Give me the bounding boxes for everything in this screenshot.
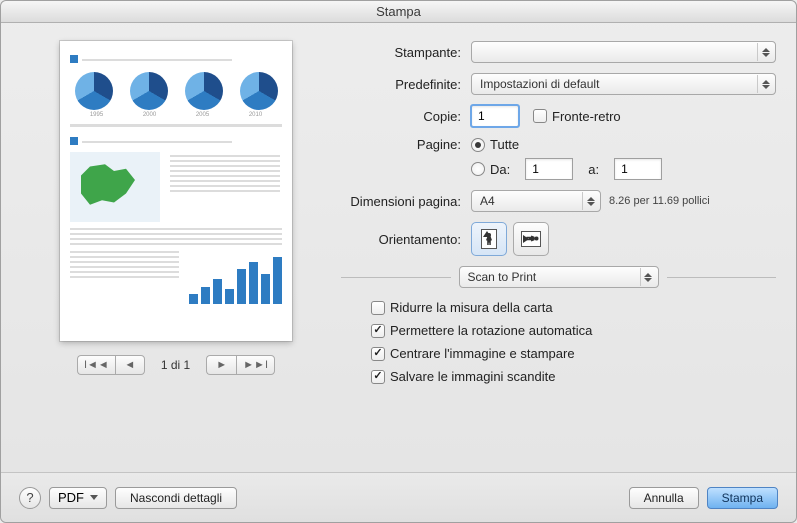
pages-range-radio[interactable] xyxy=(471,162,485,176)
auto-rotate-checkbox[interactable] xyxy=(371,324,385,338)
section-selected-value: Scan to Print xyxy=(468,270,537,284)
auto-rotate-label: Permettere la rotazione automatica xyxy=(390,323,592,338)
pdf-menu[interactable]: PDF xyxy=(49,487,107,509)
next-page-button[interactable]: ► xyxy=(206,355,236,375)
first-page-button[interactable]: I◄◄ xyxy=(77,355,115,375)
pages-all-label: Tutte xyxy=(490,137,519,152)
dialog-footer: ? PDF Nascondi dettagli Annulla Stampa xyxy=(1,472,796,522)
preview-nav: I◄◄ ◄ 1 di 1 ► ►►I xyxy=(77,355,275,375)
preview-column: 1995 2000 2005 2010 xyxy=(21,41,331,472)
pages-label: Pagine: xyxy=(341,137,471,152)
chevron-down-icon xyxy=(90,495,98,500)
center-image-checkbox[interactable] xyxy=(371,347,385,361)
save-scanned-checkbox[interactable] xyxy=(371,370,385,384)
page-preview: 1995 2000 2005 2010 xyxy=(60,41,292,341)
preview-year: 2005 xyxy=(196,112,209,118)
presets-select[interactable]: Impostazioni di default xyxy=(471,73,776,95)
page-size-note: 8.26 per 11.69 pollici xyxy=(609,195,710,207)
help-button[interactable]: ? xyxy=(19,487,41,509)
save-scanned-label: Salvare le immagini scandite xyxy=(390,369,555,384)
print-dialog: Stampa 1995 2000 2005 2010 xyxy=(0,0,797,523)
last-page-button[interactable]: ►►I xyxy=(236,355,275,375)
section-select[interactable]: Scan to Print xyxy=(459,266,659,288)
copies-label: Copie: xyxy=(341,109,471,124)
pdf-label: PDF xyxy=(58,490,84,505)
pages-from-label: Da: xyxy=(490,162,510,177)
reduce-paper-checkbox[interactable] xyxy=(371,301,385,315)
preview-year: 1995 xyxy=(90,112,103,118)
preview-year: 2010 xyxy=(249,112,262,118)
page-indicator: 1 di 1 xyxy=(161,358,190,372)
reduce-paper-label: Ridurre la misura della carta xyxy=(390,300,553,315)
pages-all-radio[interactable] xyxy=(471,138,485,152)
printer-label: Stampante: xyxy=(341,45,471,60)
cancel-button[interactable]: Annulla xyxy=(629,487,699,509)
scan-options: Ridurre la misura della carta Permettere… xyxy=(371,300,776,384)
prev-page-button[interactable]: ◄ xyxy=(115,355,145,375)
printer-select[interactable] xyxy=(471,41,776,63)
copies-input[interactable] xyxy=(471,105,519,127)
orientation-landscape-button[interactable] xyxy=(513,222,549,256)
orientation-label: Orientamento: xyxy=(341,232,471,247)
dialog-content: 1995 2000 2005 2010 xyxy=(1,23,796,472)
preset-selected-value: Impostazioni di default xyxy=(480,77,599,91)
pages-to-label: a: xyxy=(588,162,599,177)
orientation-portrait-button[interactable] xyxy=(471,222,507,256)
page-size-label: Dimensioni pagina: xyxy=(341,194,471,209)
page-size-select[interactable]: A4 xyxy=(471,190,601,212)
pages-to-input[interactable] xyxy=(614,158,662,180)
settings-column: Stampante: Predefinite: Impostazioni di … xyxy=(331,41,776,472)
presets-label: Predefinite: xyxy=(341,77,471,92)
pages-from-input[interactable] xyxy=(525,158,573,180)
duplex-checkbox[interactable] xyxy=(533,109,547,123)
window-title: Stampa xyxy=(1,1,796,23)
page-size-selected-value: A4 xyxy=(480,194,495,208)
preview-year: 2000 xyxy=(143,112,156,118)
center-image-label: Centrare l'immagine e stampare xyxy=(390,346,575,361)
duplex-label: Fronte-retro xyxy=(552,109,621,124)
hide-details-button[interactable]: Nascondi dettagli xyxy=(115,487,237,509)
print-button[interactable]: Stampa xyxy=(707,487,778,509)
